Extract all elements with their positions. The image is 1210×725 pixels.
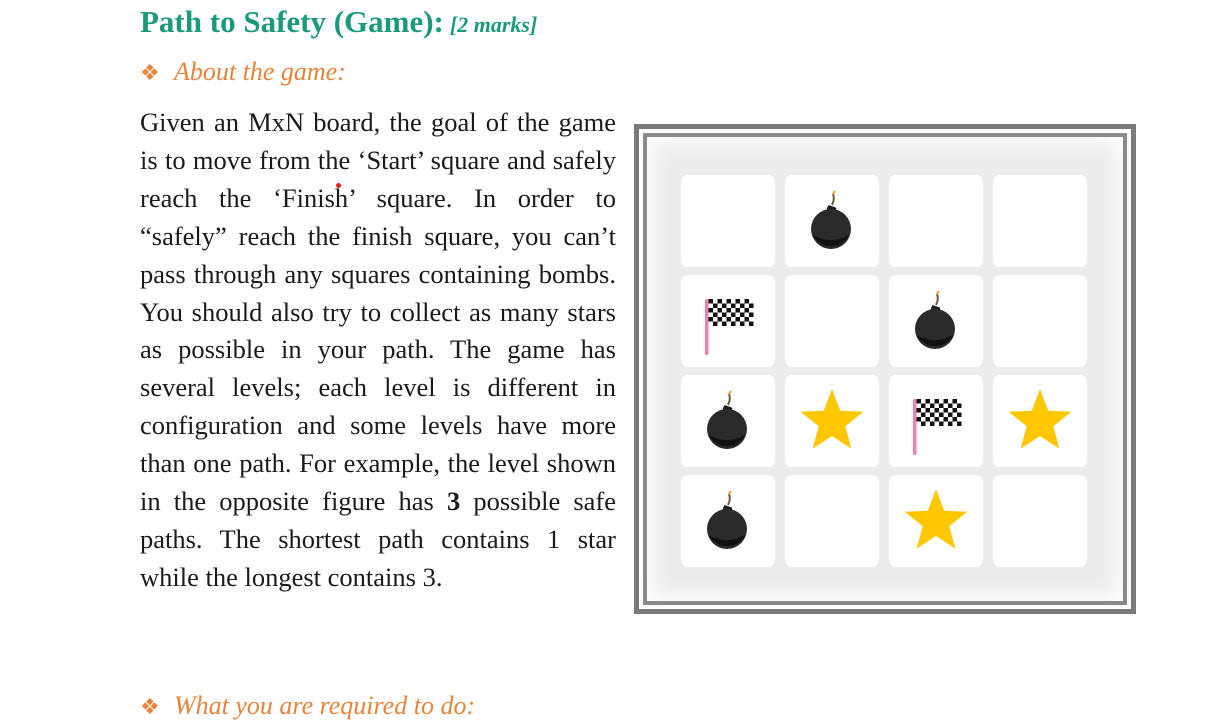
board-cell — [889, 375, 983, 467]
paths-count: 3 — [446, 486, 461, 517]
finish-flag-icon — [705, 299, 754, 355]
board-cell — [681, 475, 775, 567]
description-paragraph: Given an MxN board, the goal of the game… — [140, 104, 616, 597]
board-cell — [889, 175, 983, 267]
required-label: What you are required to do: — [174, 691, 476, 720]
bomb-icon — [915, 290, 955, 349]
board-cell — [889, 475, 983, 567]
board-cell — [785, 275, 879, 367]
bomb-icon — [707, 390, 747, 449]
finish-flag-icon — [913, 399, 962, 455]
board-cell — [993, 175, 1087, 267]
board-cell — [785, 175, 879, 267]
board-cell — [681, 375, 775, 467]
board-cell — [993, 275, 1087, 367]
board-cell — [681, 275, 775, 367]
star-icon — [904, 489, 968, 549]
cursor-dot — [336, 183, 341, 188]
star-icon — [800, 389, 864, 449]
board-cell — [785, 475, 879, 567]
board-cell — [681, 175, 775, 267]
paragraph-text-1: Given an MxN board, the goal of the game… — [140, 107, 616, 517]
bomb-icon — [707, 490, 747, 549]
diamond-bullet-icon: ❖ — [140, 60, 160, 85]
board-cell — [889, 275, 983, 367]
board-cell — [785, 375, 879, 467]
section-title: Path to Safety (Game): [2 marks] — [140, 2, 537, 42]
bomb-icon — [811, 190, 851, 249]
required-subheading: ❖ What you are required to do: — [140, 688, 475, 724]
star-icon — [1008, 389, 1072, 449]
title-text: Path to Safety (Game): — [140, 4, 444, 39]
marks-label: [2 marks] — [449, 12, 538, 37]
about-label: About the game: — [174, 57, 346, 86]
about-subheading: ❖ About the game: — [140, 54, 346, 90]
board-cell — [993, 375, 1087, 467]
board-cell — [993, 475, 1087, 567]
diamond-bullet-icon: ❖ — [140, 694, 160, 719]
game-board — [647, 137, 1123, 601]
game-board-figure — [634, 124, 1136, 614]
